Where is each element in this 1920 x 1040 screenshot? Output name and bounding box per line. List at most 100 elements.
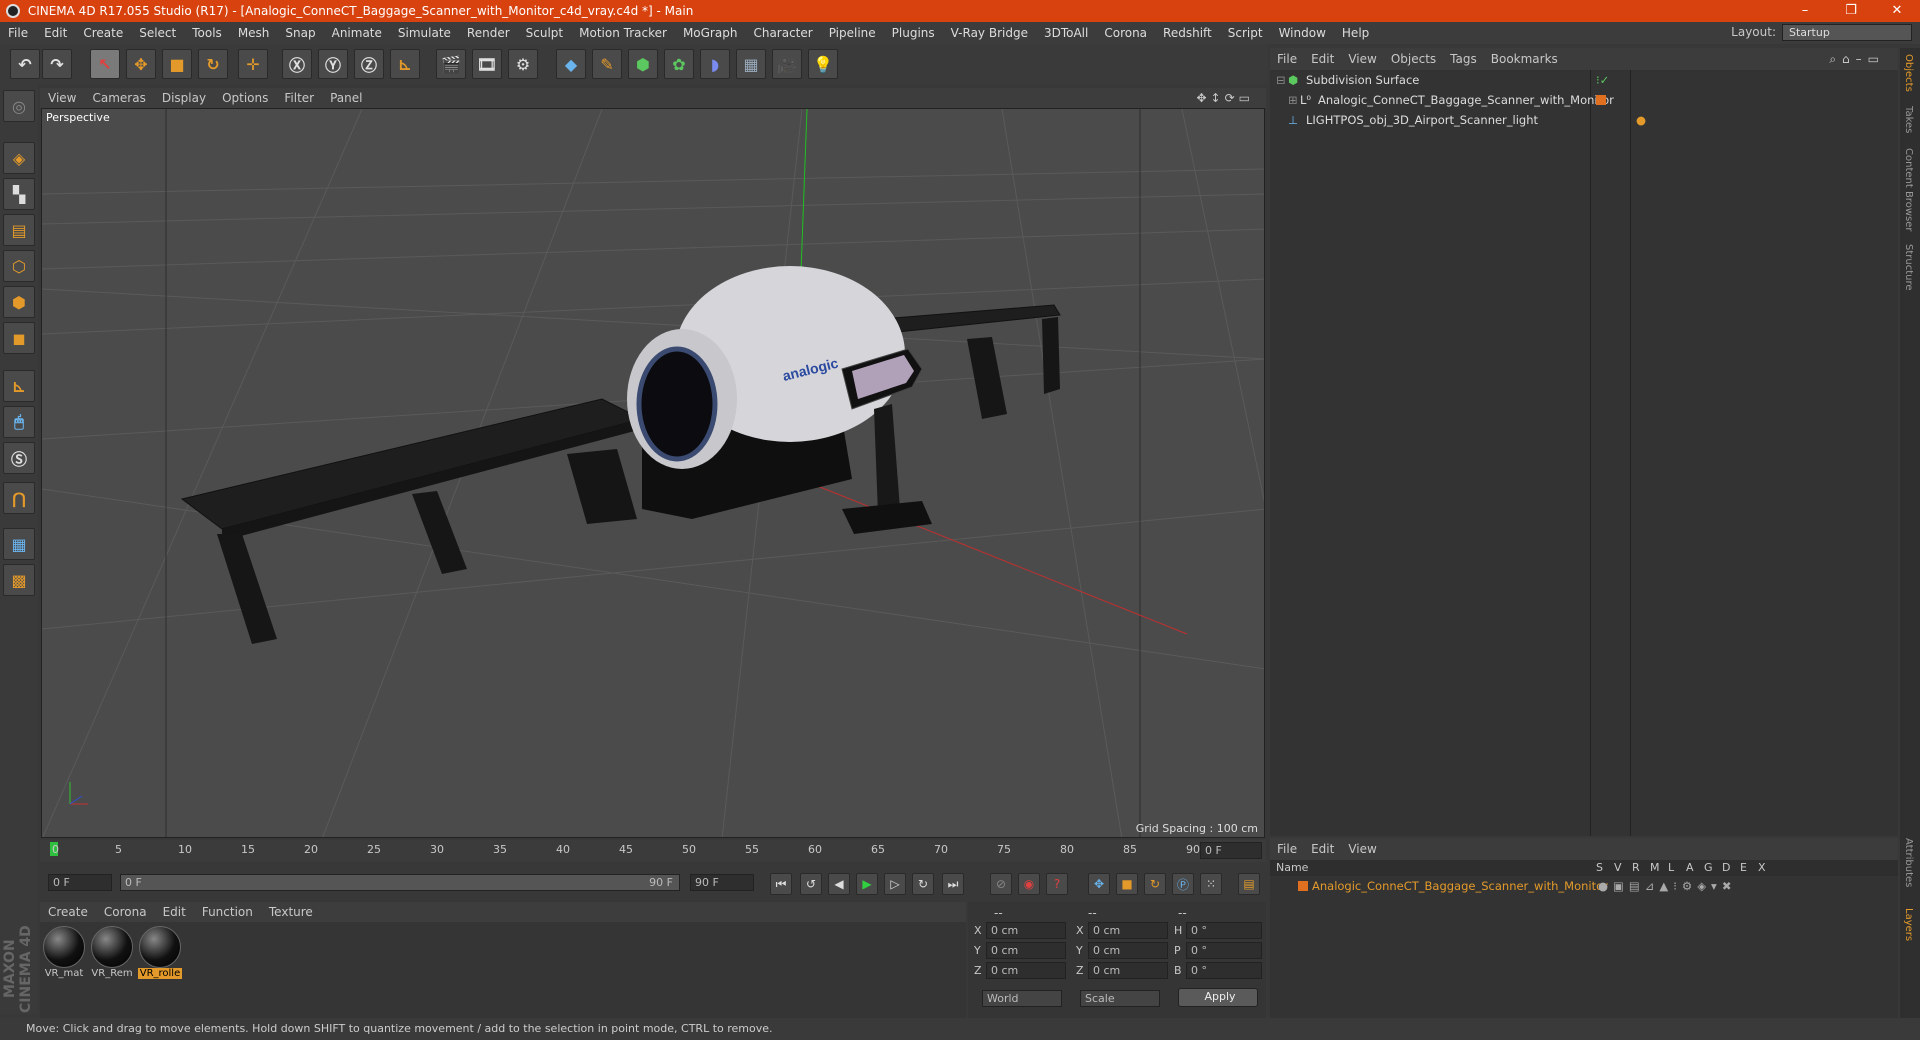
play-icon[interactable]: ▶ xyxy=(856,873,878,895)
object-row[interactable]: ⊥ LIGHTPOS_obj_3D_Airport_Scanner_light … xyxy=(1270,110,1898,130)
mat-menu-create[interactable]: Create xyxy=(40,905,96,919)
size-mode-dropdown[interactable]: Scale xyxy=(1080,990,1160,1007)
mat-menu-edit[interactable]: Edit xyxy=(155,905,194,919)
mat-menu-texture[interactable]: Texture xyxy=(261,905,321,919)
layer-row[interactable]: Analogic_ConneCT_Baggage_Scanner_with_Mo… xyxy=(1270,876,1898,896)
previous-key-icon[interactable]: ↺ xyxy=(800,873,822,895)
menu-tools[interactable]: Tools xyxy=(184,26,230,40)
cloner-icon[interactable]: ✿ xyxy=(664,49,694,79)
timeline-window-icon[interactable]: ▤ xyxy=(1238,873,1260,895)
z-axis-icon[interactable]: Ⓩ xyxy=(354,49,384,79)
size-z-field[interactable]: 0 cm xyxy=(1088,962,1168,979)
menu-file[interactable]: File xyxy=(0,26,36,40)
side-tab-layers[interactable]: Layers xyxy=(1903,908,1914,941)
mat-menu-corona[interactable]: Corona xyxy=(96,905,155,919)
live-selection-icon[interactable]: ✛ xyxy=(238,49,268,79)
side-tab-objects[interactable]: Objects xyxy=(1903,54,1914,92)
menu-sculpt[interactable]: Sculpt xyxy=(518,26,571,40)
obj-menu-tags[interactable]: Tags xyxy=(1443,52,1484,66)
layer-column-header[interactable]: E xyxy=(1740,860,1758,876)
layer-column-header[interactable]: R xyxy=(1632,860,1650,876)
undo-icon[interactable]: ↶ xyxy=(10,49,40,79)
position-z-field[interactable]: 0 cm xyxy=(986,962,1066,979)
key-pla-icon[interactable]: ⁙ xyxy=(1200,873,1222,895)
menu-edit[interactable]: Edit xyxy=(36,26,75,40)
material-swatch-selected[interactable]: VR_rolle xyxy=(138,926,182,984)
expand-icon[interactable]: ⊟ xyxy=(1276,70,1286,90)
menu-render[interactable]: Render xyxy=(459,26,518,40)
mat-menu-function[interactable]: Function xyxy=(194,905,261,919)
viewport-nav-icons[interactable]: ✥↕⟳▭ xyxy=(1188,88,1262,108)
menu-snap[interactable]: Snap xyxy=(277,26,323,40)
render-picture-viewer-icon[interactable]: 🎞 xyxy=(472,49,502,79)
model-mode-icon[interactable]: ◈ xyxy=(3,142,35,174)
perspective-viewport[interactable]: analogic Perspective Grid Spacing : 100 … xyxy=(41,108,1265,838)
tweak-mode-icon[interactable]: 🖱 xyxy=(3,406,35,438)
size-x-field[interactable]: 0 cm xyxy=(1088,922,1168,939)
x-axis-icon[interactable]: Ⓧ xyxy=(282,49,312,79)
menu-vray-bridge[interactable]: V-Ray Bridge xyxy=(943,26,1036,40)
go-to-start-icon[interactable]: ⏮ xyxy=(770,873,792,895)
lock-workplane-icon[interactable]: ▦ xyxy=(3,528,35,560)
subdivision-surface-icon[interactable]: ⬢ xyxy=(628,49,658,79)
layer-menu-file[interactable]: File xyxy=(1270,842,1304,856)
material-swatch[interactable]: VR_Rem xyxy=(90,926,134,984)
frame-range-slider[interactable]: 0 F 90 F xyxy=(120,874,680,891)
scale-tool-icon[interactable]: ■ xyxy=(162,49,192,79)
redo-icon[interactable]: ↷ xyxy=(42,49,72,79)
layer-column-header[interactable]: S xyxy=(1596,860,1614,876)
layer-column-header[interactable]: A xyxy=(1686,860,1704,876)
position-x-field[interactable]: 0 cm xyxy=(986,922,1066,939)
layout-dropdown[interactable]: Startup xyxy=(1782,24,1912,41)
menu-create[interactable]: Create xyxy=(75,26,131,40)
planar-workplane-icon[interactable]: ▩ xyxy=(3,564,35,596)
current-frame-field[interactable]: 0 F xyxy=(1200,842,1262,859)
rotation-p-field[interactable]: 0 ° xyxy=(1186,942,1262,959)
menu-mograph[interactable]: MoGraph xyxy=(675,26,746,40)
obj-menu-file[interactable]: File xyxy=(1270,52,1304,66)
go-to-end-icon[interactable]: ⏭ xyxy=(942,873,964,895)
texture-mode-icon[interactable]: ▚ xyxy=(3,178,35,210)
coordinate-space-dropdown[interactable]: World xyxy=(982,990,1062,1007)
make-editable-icon[interactable]: ◎ xyxy=(3,90,35,122)
rotation-h-field[interactable]: 0 ° xyxy=(1186,922,1262,939)
menu-select[interactable]: Select xyxy=(131,26,184,40)
side-tab-structure[interactable]: Structure xyxy=(1903,244,1914,291)
menu-help[interactable]: Help xyxy=(1334,26,1377,40)
move-tool-icon[interactable]: ✥ xyxy=(126,49,156,79)
next-key-icon[interactable]: ↻ xyxy=(912,873,934,895)
obj-menu-bookmarks[interactable]: Bookmarks xyxy=(1484,52,1565,66)
viewport-menu-panel[interactable]: Panel xyxy=(322,91,370,105)
viewport-menu-view[interactable]: View xyxy=(40,91,84,105)
rotate-tool-icon[interactable]: ↻ xyxy=(198,49,228,79)
points-mode-icon[interactable]: ⬡ xyxy=(3,250,35,282)
size-y-field[interactable]: 0 cm xyxy=(1088,942,1168,959)
y-axis-icon[interactable]: Ⓨ xyxy=(318,49,348,79)
minimize-icon[interactable]: – xyxy=(1782,0,1828,22)
key-param-icon[interactable]: Ⓟ xyxy=(1172,873,1194,895)
rotation-b-field[interactable]: 0 ° xyxy=(1186,962,1262,979)
layer-column-header[interactable]: G xyxy=(1704,860,1722,876)
pen-spline-icon[interactable]: ✎ xyxy=(592,49,622,79)
layer-color-icon[interactable] xyxy=(1596,95,1606,105)
viewport-menu-options[interactable]: Options xyxy=(214,91,276,105)
menu-plugins[interactable]: Plugins xyxy=(884,26,943,40)
previous-frame-icon[interactable]: ◀ xyxy=(828,873,850,895)
coordinate-system-icon[interactable]: ⊾ xyxy=(390,49,420,79)
layer-menu-view[interactable]: View xyxy=(1341,842,1383,856)
key-rotation-icon[interactable]: ↻ xyxy=(1144,873,1166,895)
restore-icon[interactable]: ❐ xyxy=(1828,0,1874,22)
material-swatch[interactable]: VR_mat xyxy=(42,926,86,984)
record-keys-icon[interactable]: ⊘ xyxy=(990,873,1012,895)
keyframe-selection-icon[interactable]: ? xyxy=(1046,873,1068,895)
obj-menu-objects[interactable]: Objects xyxy=(1384,52,1443,66)
camera-icon[interactable]: 🎥 xyxy=(772,49,802,79)
menu-character[interactable]: Character xyxy=(745,26,820,40)
edges-mode-icon[interactable]: ⬢ xyxy=(3,286,35,318)
cube-object-icon[interactable]: ◆ xyxy=(556,49,586,79)
obj-menu-edit[interactable]: Edit xyxy=(1304,52,1341,66)
solo-mode-icon[interactable]: Ⓢ xyxy=(3,442,35,474)
layer-column-header[interactable]: X xyxy=(1758,860,1776,876)
side-tab-takes[interactable]: Takes xyxy=(1903,106,1914,133)
layer-column-header[interactable]: M xyxy=(1650,860,1668,876)
